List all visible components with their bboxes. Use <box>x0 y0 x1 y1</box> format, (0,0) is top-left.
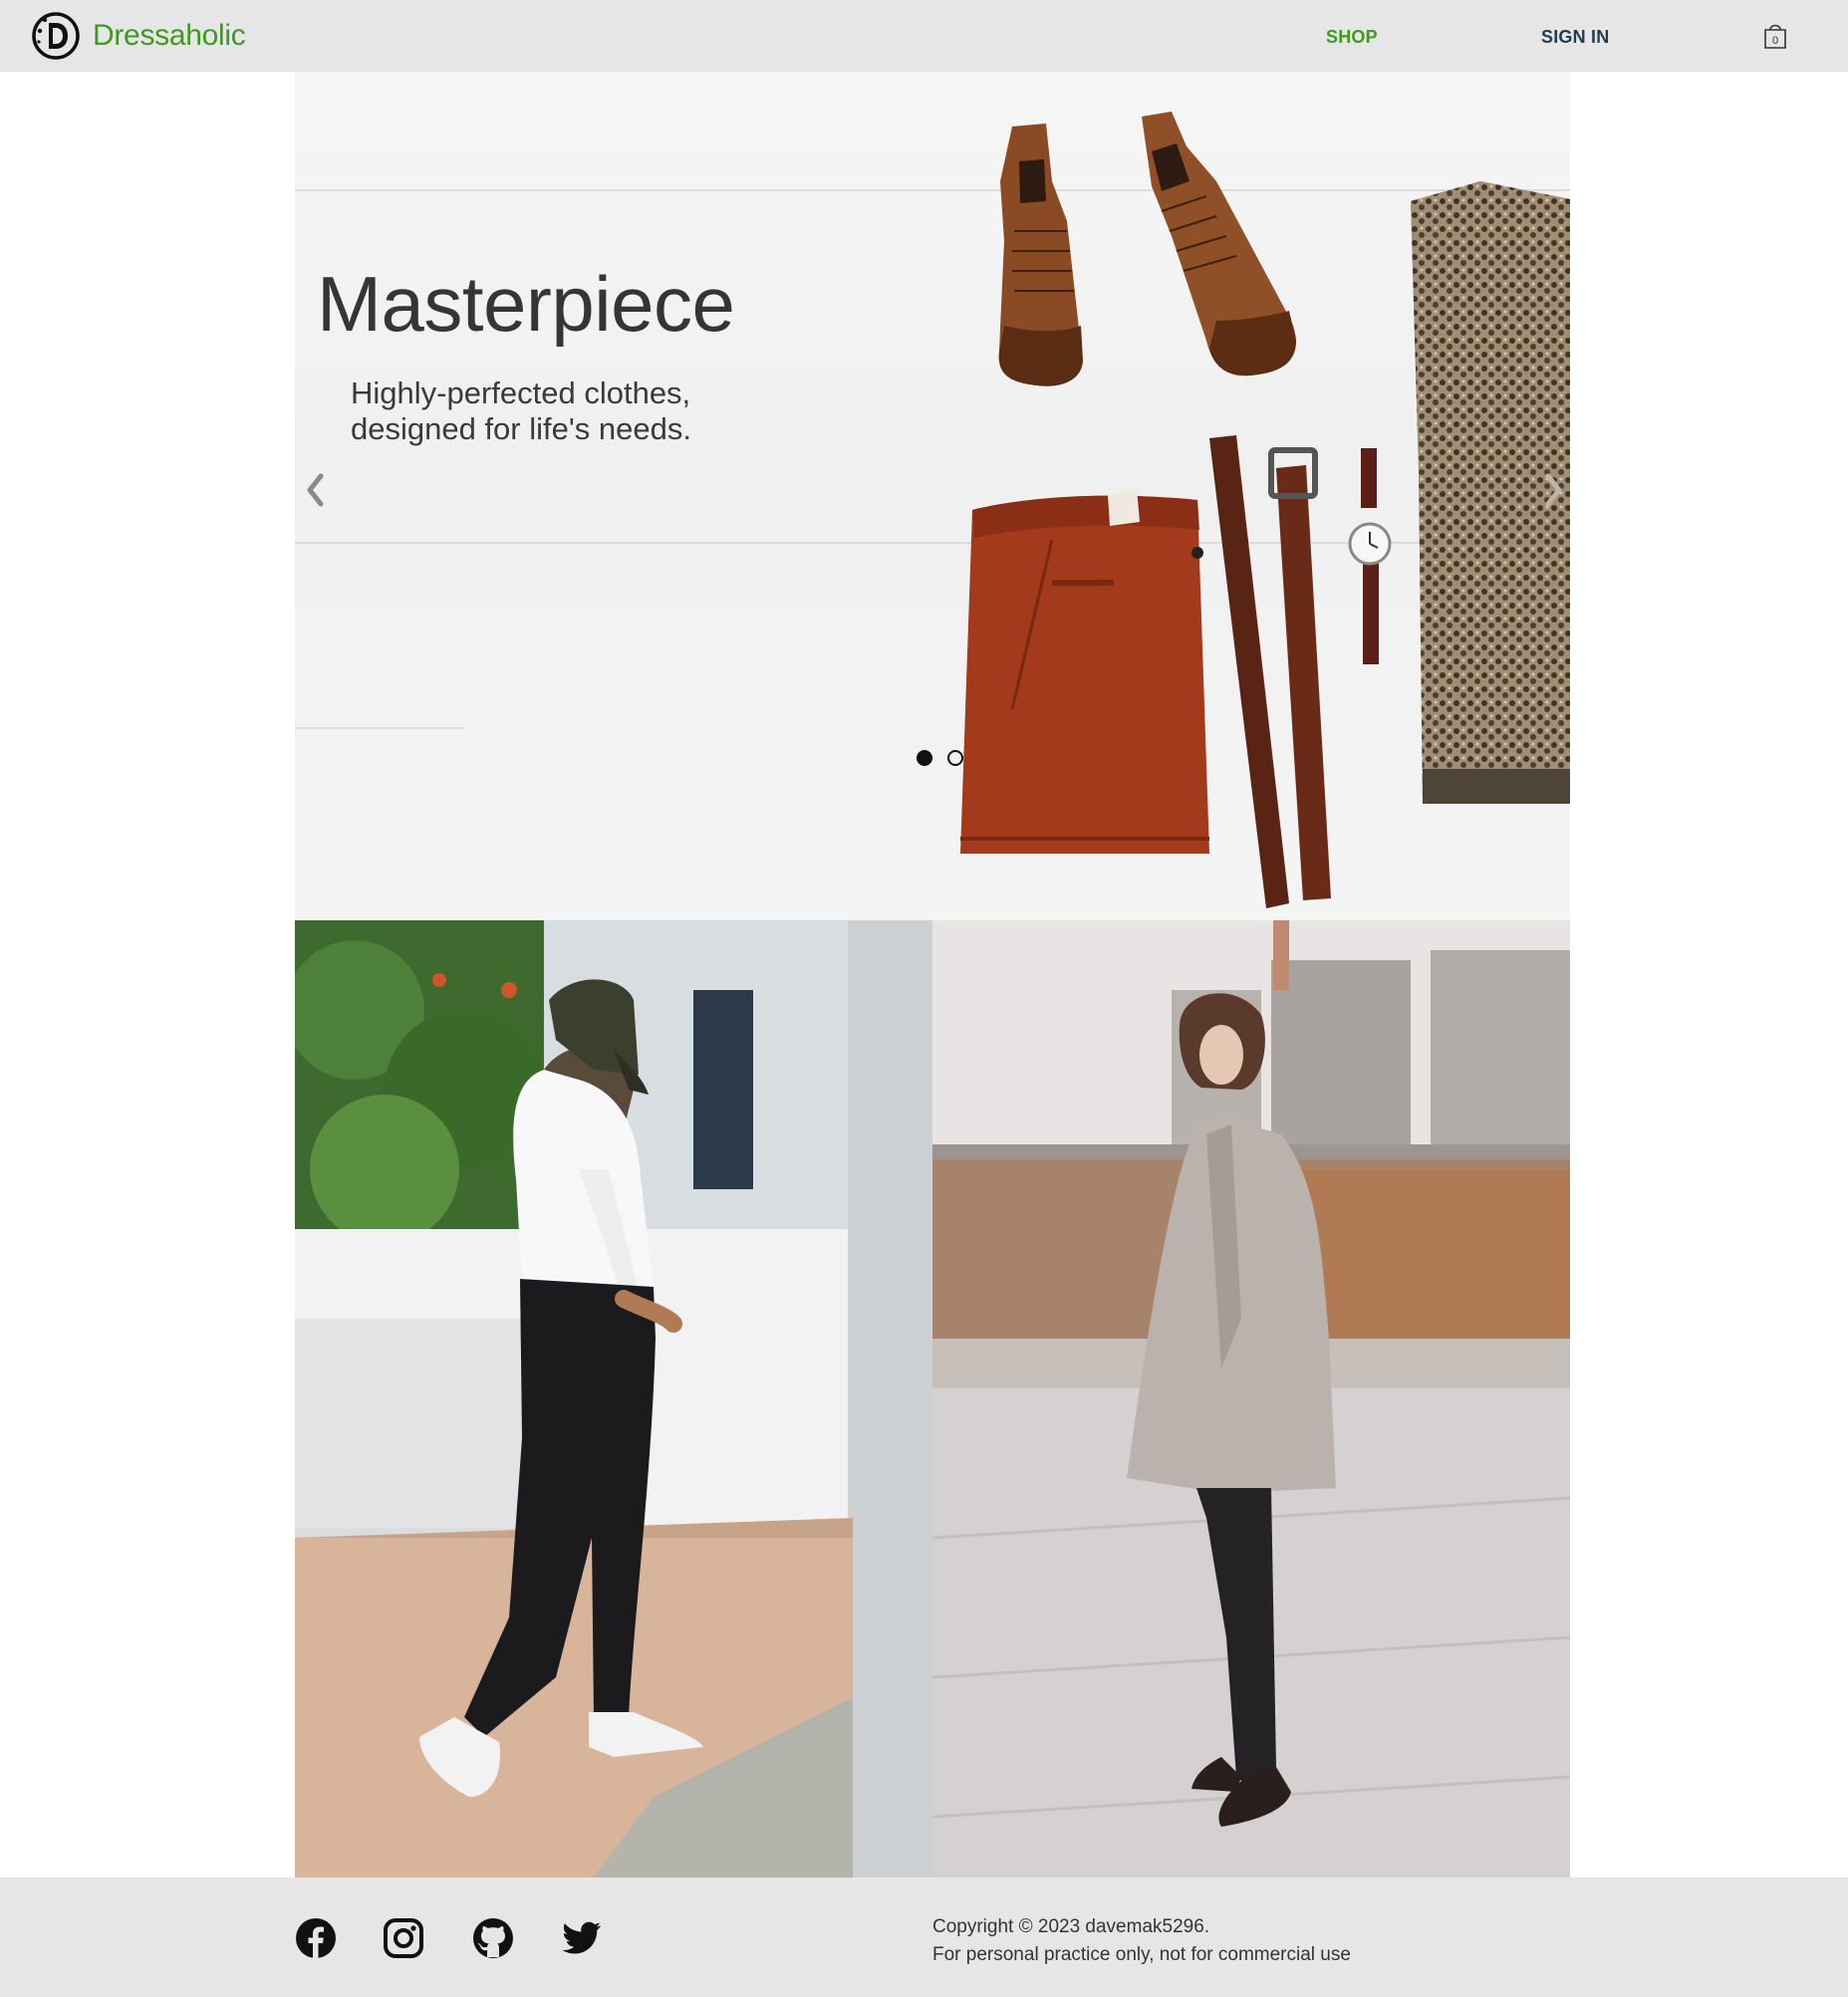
facebook-icon[interactable] <box>295 1917 337 1959</box>
brand-name: Dressaholic <box>93 19 246 52</box>
usage-note: For personal practice only, not for comm… <box>932 1944 1351 1965</box>
dressaholic-logo-icon <box>32 12 80 60</box>
footer-copyright-block: Copyright © 2023 davemak5296. For person… <box>932 1913 1351 1969</box>
chevron-left-icon[interactable] <box>301 468 331 512</box>
hero-carousel: Masterpiece Highly-perfected clothes, de… <box>295 72 1570 920</box>
carousel-dot-2[interactable] <box>947 750 963 766</box>
man-photo-illustration <box>295 920 932 1877</box>
rust-chinos <box>960 488 1209 854</box>
leather-belt <box>1209 435 1331 908</box>
nav-shop-link[interactable]: SHOP <box>1326 27 1378 48</box>
wrist-watch <box>1348 448 1392 664</box>
twitter-icon[interactable] <box>561 1917 603 1959</box>
hero-product-image <box>960 112 1570 908</box>
hero-title: Masterpiece <box>317 260 735 348</box>
brown-boot-right <box>1142 112 1297 376</box>
instagram-icon[interactable] <box>383 1917 424 1959</box>
hero-subtitle-line-2: designed for life's needs. <box>351 411 691 446</box>
hero-subtitle-line-1: Highly-perfected clothes, <box>351 375 691 410</box>
shopping-bag-icon[interactable]: 0 <box>1763 22 1787 50</box>
woman-photo-illustration <box>932 920 1570 1877</box>
copyright-text: Copyright © 2023 davemak5296. <box>932 1916 1210 1937</box>
carousel-dot-1-active[interactable] <box>917 750 932 766</box>
site-footer: Copyright © 2023 davemak5296. For person… <box>0 1877 1848 1997</box>
github-icon[interactable] <box>472 1917 514 1959</box>
woman-in-grey-coat-photo[interactable] <box>932 920 1570 1877</box>
man-in-white-shirt-photo[interactable] <box>295 920 932 1877</box>
cart-count: 0 <box>1772 35 1778 47</box>
brown-boot-left <box>998 124 1083 386</box>
top-navigation-bar: Dressaholic SHOP SIGN IN 0 <box>0 0 1848 72</box>
chevron-right-icon[interactable] <box>1538 468 1568 512</box>
hero-subtitle: Highly-perfected clothes, designed for l… <box>351 375 869 447</box>
home-logo-link[interactable]: Dressaholic <box>31 11 246 61</box>
nav-sign-in-link[interactable]: SIGN IN <box>1541 27 1609 48</box>
